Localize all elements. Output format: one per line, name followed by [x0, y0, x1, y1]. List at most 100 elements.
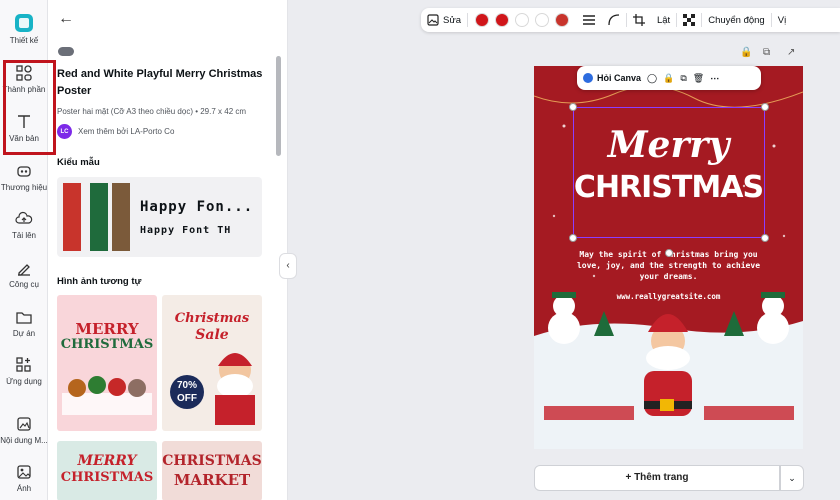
back-arrow-icon[interactable]: ← [58, 10, 74, 28]
design-icon [15, 14, 33, 32]
thumb-line: MERRY [77, 453, 137, 469]
more-options-icon[interactable]: ⋯ [710, 73, 719, 84]
add-page-dropdown[interactable]: ⌄ [780, 465, 804, 491]
highlight-box [3, 60, 56, 155]
color-swatch[interactable] [474, 13, 489, 27]
rail-item-projects[interactable]: Dự án [0, 308, 48, 338]
animate-button[interactable]: Chuyển động [702, 8, 771, 32]
color-swatch [112, 183, 130, 251]
add-page-button[interactable]: + Thêm trang [534, 465, 780, 491]
crop-button[interactable] [627, 8, 651, 32]
color-swatch[interactable] [554, 13, 569, 27]
rail-item-label: Công cụ [9, 280, 39, 289]
upload-icon [15, 211, 33, 224]
crown-icon [58, 47, 74, 56]
delete-icon[interactable]: 🗑 [693, 73, 704, 84]
rail-item-photos[interactable]: Ảnh [0, 463, 48, 493]
discount-badge: 70% OFF [170, 375, 204, 409]
similar-thumb[interactable]: Christmas Sale 70% OFF [162, 295, 262, 431]
thumb-line: CHRISTMAS [60, 337, 154, 352]
similar-thumb[interactable]: CHRISTMAS MARKET [162, 441, 262, 500]
rail-item-magic-media[interactable]: Nội dung M... [0, 415, 48, 445]
element-context-toolbar: Hỏi Canva ◯ 🔒 ⧉ 🗑 ⋯ [577, 66, 761, 90]
canva-ai-icon [583, 73, 593, 83]
tools-icon [18, 264, 30, 276]
rail-item-tools[interactable]: Công cụ [0, 259, 48, 289]
editor-toolbar: Sửa Lật Chuyển động Vị [421, 8, 840, 32]
author-link[interactable]: LC Xem thêm bởi LA-Porto Co [57, 124, 174, 139]
flip-label: Lật [656, 14, 671, 26]
duplicate-icon[interactable]: ⧉ [680, 73, 686, 84]
ask-canva-button[interactable]: Hỏi Canva [583, 73, 641, 83]
selection-frame[interactable] [569, 103, 769, 257]
avatar: LC [57, 124, 72, 139]
similar-thumb[interactable]: MERRY CHRISTMAS [57, 441, 157, 500]
resize-handle[interactable] [761, 103, 769, 111]
rail-item-label: Thương hiệu [0, 183, 48, 192]
color-swatch[interactable] [534, 13, 549, 27]
color-picker-group [468, 13, 576, 27]
poster-url: www.reallygreatsite.com [616, 292, 721, 301]
rail-item-label: Ứng dụng [6, 377, 42, 386]
position-button[interactable]: Vị [772, 8, 792, 32]
border-lines-icon [582, 15, 595, 25]
transparency-icon [683, 14, 696, 26]
author-text: Xem thêm bởi LA-Porto Co [78, 127, 175, 136]
rail-item-label: Ảnh [16, 484, 32, 493]
rail-item-label: Tải lên [11, 231, 36, 240]
rail-item-label: Nội dung M... [0, 436, 48, 445]
crop-icon [632, 14, 645, 26]
rail-item-upload[interactable]: Tải lên [0, 210, 48, 240]
thumb-line: MERRY [75, 320, 139, 338]
thumb-line: Christmas [174, 311, 250, 326]
corner-rounding-button[interactable] [602, 8, 626, 32]
edit-image-button[interactable]: Sửa [421, 8, 467, 32]
resize-handle[interactable] [761, 234, 769, 242]
chevron-down-icon: ⌄ [788, 473, 796, 483]
resize-handle[interactable] [569, 234, 577, 242]
lock-page-icon[interactable]: 🔒 [740, 47, 752, 58]
font-sample-2: Happy Font TH [140, 225, 232, 236]
rail-item-brand[interactable]: Thương hiệu [0, 162, 48, 192]
santa-thumb-illustration [215, 353, 255, 425]
resize-handle[interactable] [569, 103, 577, 111]
transparency-button[interactable] [677, 8, 701, 32]
template-subtitle: Poster hai mặt (Cỡ A3 theo chiều dọc) • … [57, 107, 247, 116]
template-title: Red and White Playful Merry Christmas Po… [57, 68, 263, 97]
rail-item-label: Dự án [12, 329, 36, 338]
style-card[interactable]: Happy Fon... Happy Font TH [57, 177, 262, 257]
rail-item-label: Thiết kế [9, 36, 39, 45]
position-label: Vị [777, 14, 787, 26]
thumb-line: CHRISTMAS [162, 453, 262, 469]
projects-icon [16, 312, 32, 324]
color-swatch[interactable] [494, 13, 509, 27]
color-swatch [63, 183, 81, 251]
edit-label: Sửa [443, 14, 461, 26]
thumb-illustration [62, 376, 152, 415]
font-sample-1: Happy Fon... [140, 199, 254, 215]
color-swatch[interactable] [514, 13, 529, 27]
magic-media-icon [17, 417, 31, 431]
rotate-handle[interactable] [665, 249, 673, 257]
flip-button[interactable]: Lật [651, 8, 676, 32]
rail-item-design[interactable]: Thiết kế [0, 14, 48, 45]
rail-item-apps[interactable]: Ứng dụng [0, 356, 48, 386]
color-swatch [90, 183, 108, 251]
animate-label: Chuyển động [708, 14, 765, 26]
image-edit-icon [427, 14, 439, 26]
comment-icon[interactable]: ◯ [647, 73, 657, 84]
lock-icon[interactable]: 🔒 [663, 73, 674, 84]
apps-icon [16, 357, 31, 372]
styles-heading: Kiểu mẫu [57, 157, 100, 168]
collapse-panel-button[interactable]: ‹ [279, 253, 297, 279]
border-style-button[interactable] [576, 8, 602, 32]
corner-icon [608, 14, 620, 26]
add-page-icon[interactable]: ↗ [787, 47, 795, 58]
thumb-line: MARKET [173, 471, 251, 489]
brand-icon [17, 166, 31, 177]
thumb-line: CHRISTMAS [60, 470, 154, 485]
template-details-panel: ← Red and White Playful Merry Christmas … [48, 0, 288, 500]
duplicate-page-icon[interactable]: ⧉ [763, 47, 770, 58]
similar-thumb[interactable]: MERRY CHRISTMAS [57, 295, 157, 431]
panel-scrollbar[interactable] [276, 56, 281, 156]
